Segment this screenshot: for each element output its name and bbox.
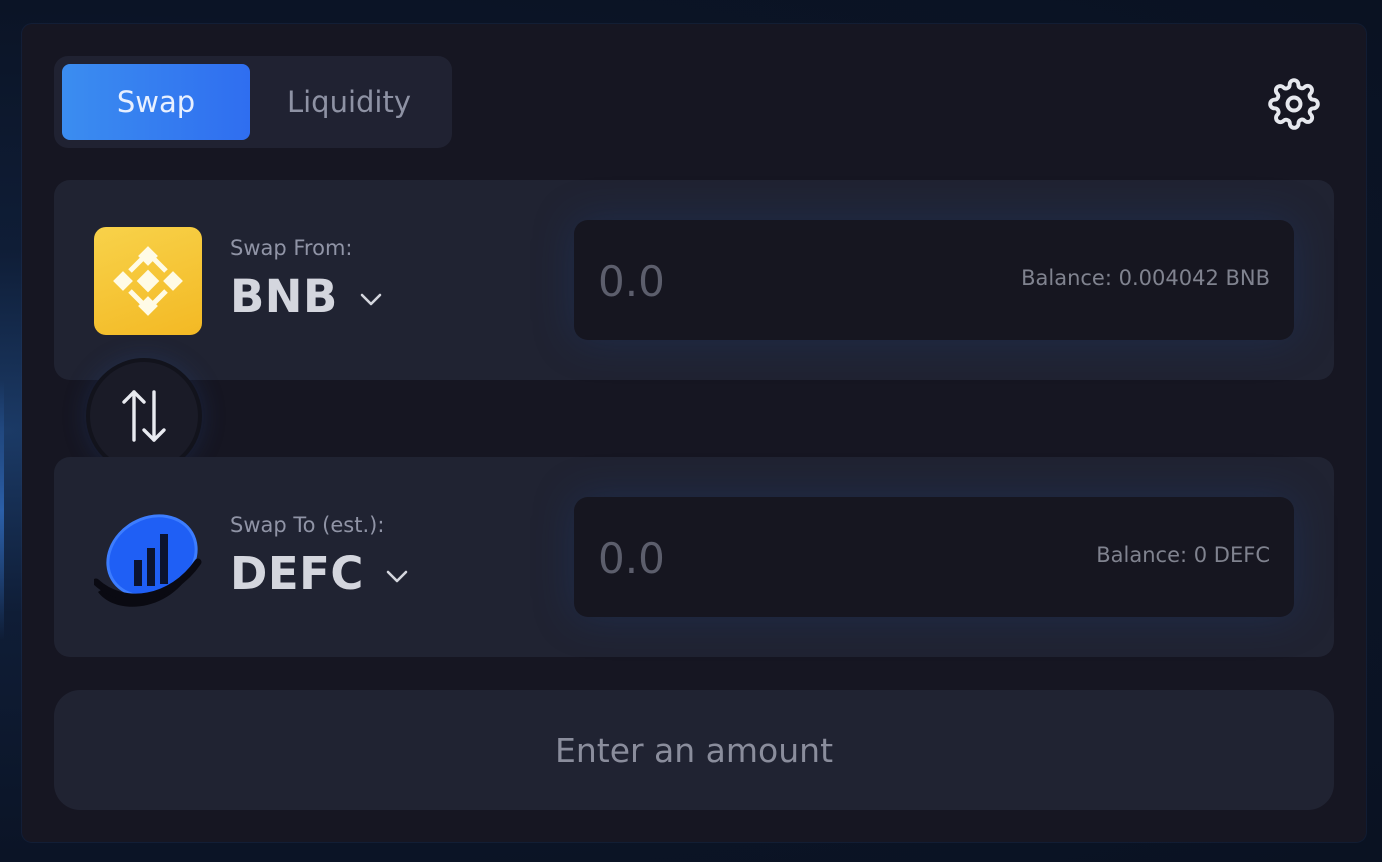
swap-from-panel: Swap From: BNB Balance: 0.004042 BNB [54, 180, 1334, 380]
tab-swap[interactable]: Swap [62, 64, 250, 140]
swap-arrows-icon [122, 390, 166, 442]
gear-icon[interactable] [1268, 78, 1320, 130]
swap-to-panel: Swap To (est.): DEFC Balance: 0 DEFC [54, 457, 1334, 657]
to-token-selector[interactable]: DEFC [230, 547, 408, 600]
chevron-down-icon [360, 293, 382, 305]
from-balance: Balance: 0.004042 BNB [1021, 266, 1270, 290]
bnb-logo-icon [94, 227, 202, 335]
to-amount-input[interactable] [596, 527, 980, 589]
enter-amount-button[interactable]: Enter an amount [54, 690, 1334, 810]
background-glow [0, 380, 4, 640]
tab-bar: Swap Liquidity [54, 56, 452, 148]
to-balance: Balance: 0 DEFC [1096, 543, 1270, 567]
from-amount-box: Balance: 0.004042 BNB [574, 220, 1294, 340]
swap-to-label: Swap To (est.): [230, 513, 385, 537]
tab-liquidity[interactable]: Liquidity [254, 64, 444, 140]
from-amount-input[interactable] [596, 250, 980, 312]
to-token-name: DEFC [230, 547, 364, 600]
chevron-down-icon [386, 570, 408, 582]
to-amount-box: Balance: 0 DEFC [574, 497, 1294, 617]
swap-card: Swap Liquidity Swap From: BNB 0.0 Balanc… [22, 24, 1366, 842]
swap-from-label: Swap From: [230, 236, 353, 260]
defc-logo-icon [92, 504, 202, 612]
from-token-name: BNB [230, 270, 338, 323]
from-token-selector[interactable]: BNB [230, 270, 382, 323]
